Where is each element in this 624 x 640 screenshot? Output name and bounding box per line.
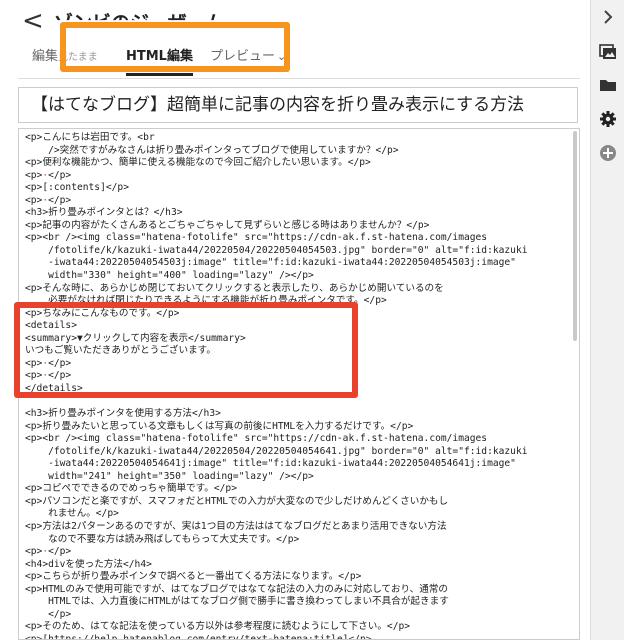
- code-line: <p>·</p>: [25, 194, 72, 206]
- code-line: <h3>折り畳みポインタを使用する方法</h3>: [25, 408, 221, 420]
- code-line: <h4>divを使った方法</h4>: [25, 558, 152, 570]
- right-sidebar: [590, 0, 624, 640]
- code-line: <h3>折り畳みポインタとは？</h3>: [25, 207, 183, 219]
- gear-icon[interactable]: [599, 110, 617, 128]
- back-icon[interactable]: <: [22, 6, 44, 36]
- code-line: <p>[:contents]</p>: [25, 182, 129, 194]
- code-line: />突然ですがみなさんは折り畳みポインタってブログで使用していますか？</p>: [25, 144, 399, 156]
- plus-icon[interactable]: [599, 144, 617, 162]
- red-highlight-box: [14, 302, 358, 398]
- code-line: -iwata44:20220504054503j:image" title="f…: [25, 257, 516, 269]
- code-line: <p>記事の内容がたくさんあるとごちゃごちゃして見ずらいと感じる時はありませんか…: [25, 219, 430, 231]
- code-line: <p><br /><img class="hatena-fotolife" sr…: [25, 232, 488, 244]
- code-line: <p>HTMLのみで使用可能ですが、はてなブログではなてな記法の入力のみに対応し…: [25, 583, 449, 595]
- code-line: </p>: [25, 608, 72, 620]
- nbsp-marker: ·: [42, 169, 49, 181]
- code-line: <p>·</p>: [25, 169, 72, 181]
- code-line: <p>コピペでできるのでめっちゃ簡単です。</p>: [25, 483, 237, 495]
- article-title-input[interactable]: 【はてなブログ】超簡単に記事の内容を折り畳み表示にする方法: [18, 87, 578, 123]
- code-line: なので不要な方は読み飛ばしてもらって大丈夫です。</p>: [25, 533, 300, 545]
- code-line: <p>方法は2パターンあるのですが、実は1つ目の方法ははてなブログだとあまり活用…: [25, 520, 447, 532]
- code-line: /fotolife/k/kazuki-iwata44/20220504/2022…: [25, 445, 528, 457]
- code-line: <p>折り畳みたいと思っている文章もしくは写真の前後にHTMLを入力するだけです…: [25, 420, 414, 432]
- image-icon[interactable]: [599, 42, 617, 60]
- code-line: /fotolife/k/kazuki-iwata44/20220504/2022…: [25, 244, 528, 256]
- nbsp-marker: ·: [42, 194, 49, 206]
- code-line: width="241" height="350" loading="lazy" …: [25, 470, 314, 482]
- code-line: <p>そのため、はてな記法を使っている方以外は参考程度に読むようにして下さい。<…: [25, 621, 411, 633]
- code-line: <p><br /><img class="hatena-fotolife" sr…: [25, 433, 488, 445]
- tab-edit-label: 編集: [32, 49, 59, 64]
- code-line: <p>そんな時に、あらかじめ閉じておいてクリックすると表示したり、あらかじめ開い…: [25, 282, 444, 294]
- code-line: <p>こんにちは岩田です。<br: [25, 132, 155, 143]
- code-line: <p>·</p>: [25, 546, 72, 558]
- code-line: <p>パソコンだと楽ですが、スマフォだとHTMLでの入力が大変なので少しだけめん…: [25, 495, 449, 507]
- code-line: -iwata44:20220504054641j:image" title="f…: [25, 458, 516, 470]
- nbsp-marker: ·: [42, 546, 49, 558]
- code-line: <p>便利な機能かつ、簡単に使える機能なので今回ご紹介したい思います。</p>: [25, 157, 371, 169]
- code-line: width="330" height="400" loading="lazy" …: [25, 270, 314, 282]
- code-line: HTMLでは、入力直後にHTMLがはてなブログ側で勝手に書き換わってしまい不具合…: [25, 596, 449, 608]
- orange-highlight-box: [60, 22, 290, 72]
- folder-icon[interactable]: [599, 76, 617, 94]
- code-line: れません。</p>: [25, 508, 119, 520]
- editor-scrollbar[interactable]: [573, 131, 577, 341]
- code-line: <p>こちらが折り畳みポインタで調べると一番出てくる方法になります。</p>: [25, 571, 362, 583]
- chevron-right-icon[interactable]: [599, 8, 617, 26]
- code-line: <p>[https://help.hatenablog.com/entry/te…: [25, 633, 372, 640]
